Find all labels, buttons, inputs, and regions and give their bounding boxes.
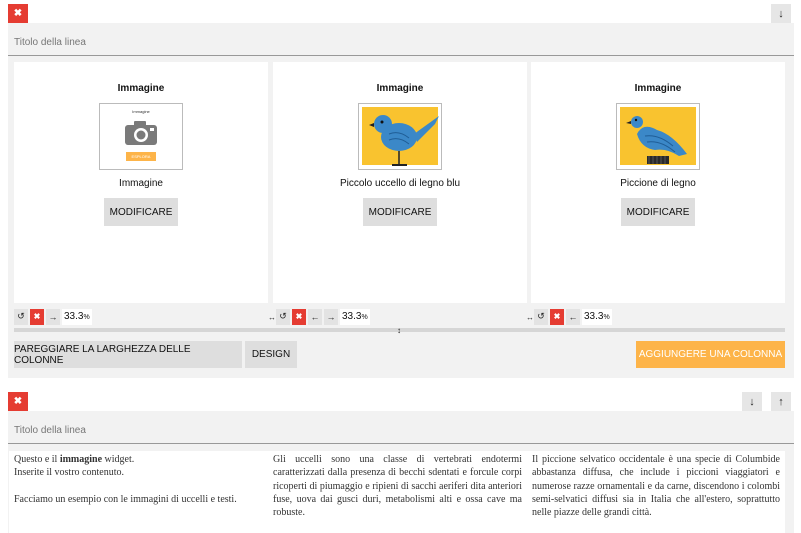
column-card-3: Immagine Piccione di legno MODIFICARE — [531, 62, 785, 303]
column-resize-handle[interactable]: ↔ — [268, 313, 276, 322]
thumb-explore-button: ESPLORA — [126, 152, 156, 161]
arrow-right-icon: → — [326, 311, 336, 322]
arrow-down-icon: ↓ — [778, 7, 784, 20]
column-card-1: Immagine Immagine ESPLORA Immagine MODIF… — [14, 62, 268, 303]
image-caption: Piccolo uccello di legno blu — [339, 178, 461, 189]
image-placeholder-thumbnail[interactable]: Immagine ESPLORA — [99, 103, 183, 170]
undo-icon: ↺ — [279, 311, 287, 321]
column-resize-handle[interactable]: ↔ — [526, 313, 534, 322]
arrow-right-icon: → — [48, 311, 58, 322]
remove-column-button[interactable]: ✖ — [550, 308, 564, 325]
image-thumbnail-wooden-pigeon[interactable] — [616, 103, 700, 170]
move-column-left-button[interactable]: ← — [566, 308, 580, 325]
image-caption: Immagine — [119, 178, 163, 189]
reset-width-button[interactable]: ↺ — [276, 308, 290, 325]
row-resize-handle-icon[interactable]: ↕ — [397, 326, 401, 335]
modify-button[interactable]: MODIFICARE — [104, 198, 178, 226]
column-heading: Immagine — [117, 83, 165, 94]
add-column-button[interactable]: AGGIUNGERE UNA COLONNA — [636, 341, 785, 368]
remove-row-button[interactable]: ✖ — [8, 392, 28, 411]
column-width-input[interactable]: 33.3% — [62, 308, 92, 325]
wooden-pigeon-image — [620, 107, 696, 165]
column-width-input[interactable]: 33.3% — [340, 308, 370, 325]
undo-icon: ↺ — [17, 311, 25, 321]
column-heading: Immagine — [634, 83, 682, 94]
text-column-3[interactable]: Il piccione selvatico occidentale è una … — [527, 451, 785, 533]
image-caption: Piccione di legno — [620, 178, 696, 189]
move-column-left-button[interactable]: ← — [308, 308, 322, 325]
row-title-underline — [8, 55, 794, 56]
reset-width-button[interactable]: ↺ — [534, 308, 548, 325]
close-icon: ✖ — [13, 396, 23, 407]
move-column-right-button[interactable]: → — [46, 308, 60, 325]
design-button[interactable]: DESIGN — [245, 341, 297, 368]
text-line: Inserite il vostro contenuto. — [14, 467, 124, 479]
arrow-up-icon: ↑ — [778, 395, 784, 408]
column-heading: Immagine — [376, 83, 424, 94]
camera-icon — [125, 121, 157, 145]
row-title-underline — [8, 443, 794, 444]
text-column-1[interactable]: Questo e il immagine widget. Inserite il… — [9, 451, 268, 533]
reset-width-button[interactable]: ↺ — [14, 308, 28, 325]
text-column-2[interactable]: Gli uccelli sono una classe di vertebrat… — [268, 451, 527, 533]
arrow-left-icon: ← — [310, 311, 320, 322]
blue-bird-image — [362, 107, 439, 166]
text-line: Questo e il immagine widget. — [14, 454, 135, 465]
arrow-left-icon: ← — [568, 311, 578, 322]
column-2-controls: ↺ ✖ ← → 33.3% — [276, 308, 370, 325]
row-title-input[interactable]: Titolo della linea — [14, 425, 86, 436]
remove-row-button[interactable]: ✖ — [8, 4, 28, 23]
remove-column-button[interactable]: ✖ — [30, 308, 44, 325]
modify-button[interactable]: MODIFICARE — [363, 198, 437, 226]
move-column-right-button[interactable]: → — [324, 308, 338, 325]
thumb-label: Immagine — [132, 109, 150, 114]
text-line: Facciamo un esempio con le immagini di u… — [14, 493, 237, 505]
close-icon: ✖ — [295, 312, 303, 321]
close-icon: ✖ — [13, 8, 23, 19]
column-card-2: Immagine Piccolo uccello di legno blu MO… — [273, 62, 527, 303]
column-width-input[interactable]: 33.3% — [582, 308, 612, 325]
image-thumbnail-blue-bird[interactable] — [358, 103, 442, 170]
arrow-down-icon: ↓ — [749, 395, 755, 408]
close-icon: ✖ — [33, 312, 41, 321]
move-row-up-button[interactable]: ↑ — [771, 392, 791, 411]
move-row-down-button[interactable]: ↓ — [771, 4, 791, 23]
move-row-down-button[interactable]: ↓ — [742, 392, 762, 411]
modify-button[interactable]: MODIFICARE — [621, 198, 695, 226]
column-3-controls: ↺ ✖ ← 33.3% — [534, 308, 612, 325]
row-title-input[interactable]: Titolo della linea — [14, 37, 86, 48]
remove-column-button[interactable]: ✖ — [292, 308, 306, 325]
close-icon: ✖ — [553, 312, 561, 321]
column-1-controls: ↺ ✖ → 33.3% — [14, 308, 92, 325]
equalize-columns-button[interactable]: PAREGGIARE LA LARGHEZZA DELLE COLONNE — [14, 341, 242, 368]
undo-icon: ↺ — [537, 311, 545, 321]
